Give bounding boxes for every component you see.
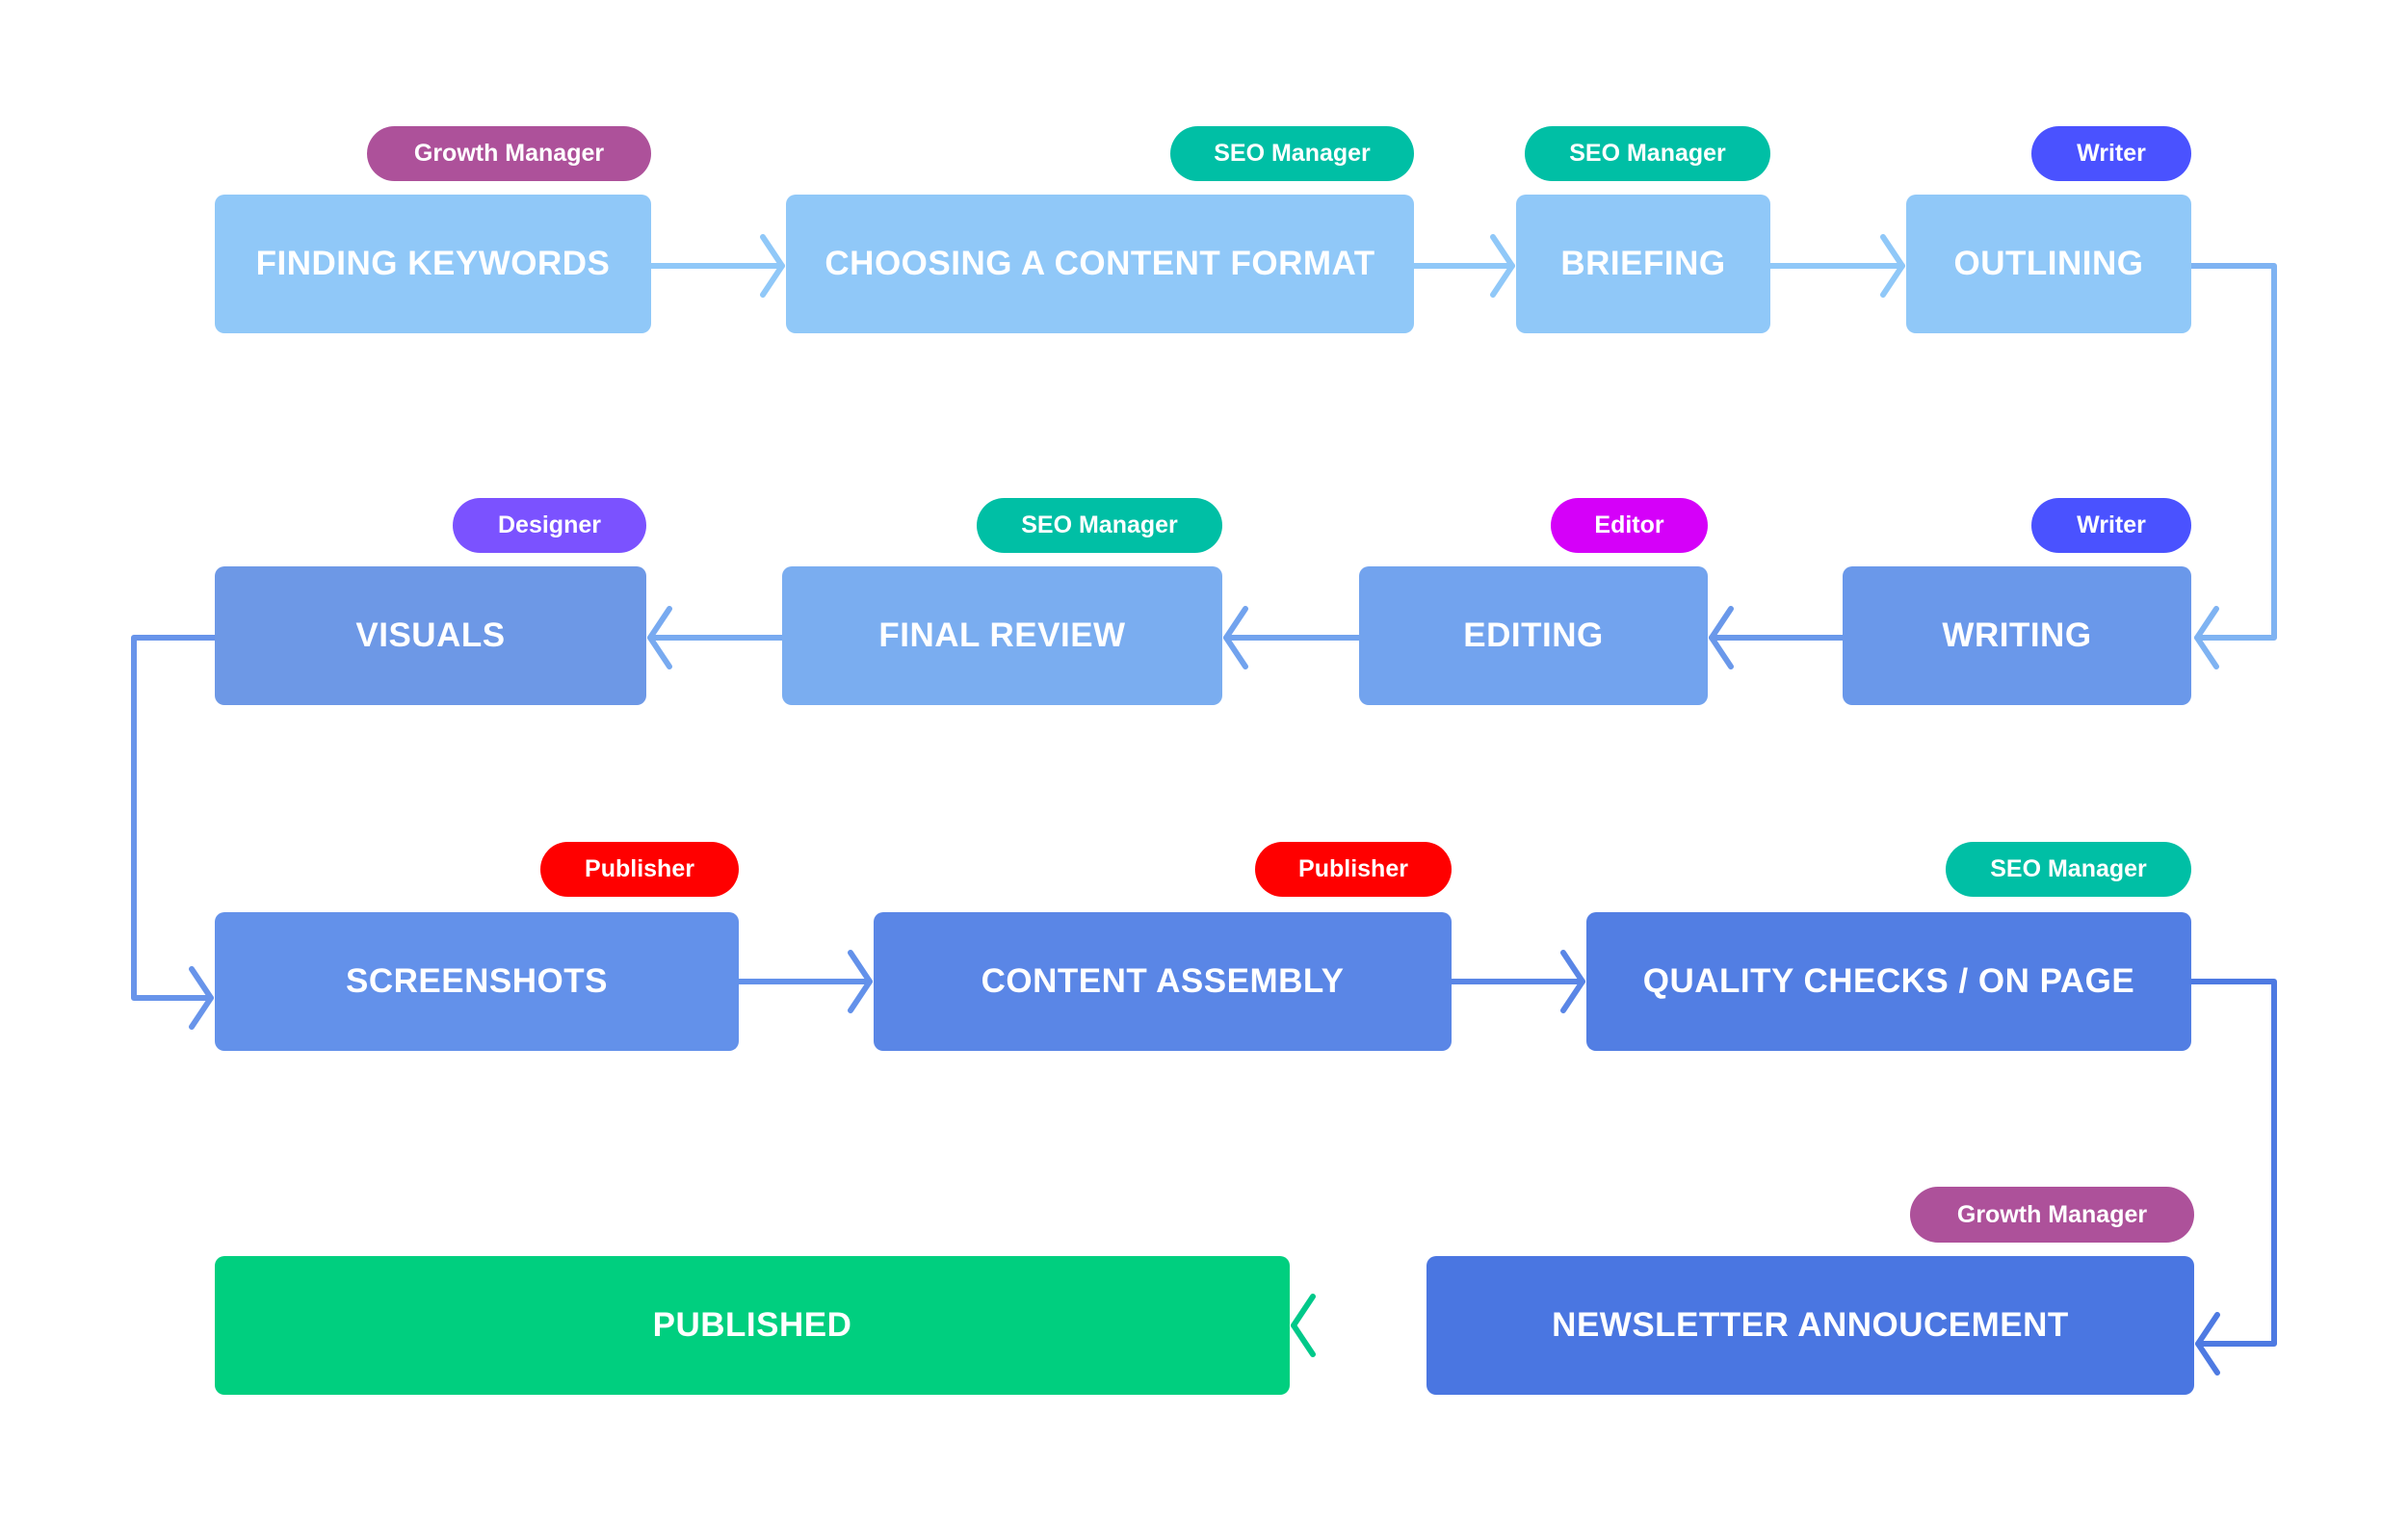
step-label: EDITING	[1463, 616, 1604, 654]
arrow-final-review-to-visuals	[647, 606, 785, 669]
arrow-briefing-to-outlining	[1767, 234, 1905, 298]
role-badge-writer: Writer	[2031, 498, 2191, 553]
step-newsletter-announcement[interactable]: NEWSLETTER ANNOUCEMENT	[1426, 1256, 2194, 1395]
role-badge-growth-manager: Growth Manager	[367, 126, 651, 181]
step-published[interactable]: PUBLISHED	[215, 1256, 1290, 1395]
role-badge-designer: Designer	[453, 498, 646, 553]
step-content-assembly[interactable]: CONTENT ASSEMBLY	[874, 912, 1452, 1051]
role-badge-publisher: Publisher	[540, 842, 739, 897]
step-label: SCREENSHOTS	[346, 962, 608, 1000]
arrow-choosing-to-briefing	[1411, 234, 1515, 298]
role-badge-seo-manager: SEO Manager	[1525, 126, 1770, 181]
step-label: NEWSLETTER ANNOUCEMENT	[1552, 1306, 2069, 1344]
step-label: WRITING	[1942, 616, 2092, 654]
step-label: FINDING KEYWORDS	[255, 245, 611, 282]
role-badge-growth-manager: Growth Manager	[1910, 1187, 2194, 1243]
arrow-editing-to-final-review	[1223, 606, 1362, 669]
step-label: QUALITY CHECKS / ON PAGE	[1642, 962, 2135, 1000]
arrow-quality-checks-to-newsletter	[2188, 979, 2277, 1376]
arrow-content-assembly-to-quality-checks	[1449, 950, 1585, 1013]
arrow-screenshots-to-content-assembly	[736, 950, 873, 1013]
role-badge-seo-manager: SEO Manager	[1170, 126, 1414, 181]
arrow-outlining-to-writing	[2188, 263, 2277, 669]
role-badge-seo-manager: SEO Manager	[1946, 842, 2191, 897]
step-label: FINAL REVIEW	[878, 616, 1126, 654]
step-label: PUBLISHED	[652, 1306, 852, 1344]
step-label: BRIEFING	[1560, 245, 1726, 282]
step-quality-checks[interactable]: QUALITY CHECKS / ON PAGE	[1586, 912, 2191, 1051]
step-label: OUTLINING	[1953, 245, 2144, 282]
role-badge-publisher: Publisher	[1255, 842, 1452, 897]
arrow-writing-to-editing	[1709, 606, 1845, 669]
step-label: CHOOSING A CONTENT FORMAT	[824, 245, 1375, 282]
role-badge-writer: Writer	[2031, 126, 2191, 181]
step-finding-keywords[interactable]: FINDING KEYWORDS	[215, 195, 651, 333]
step-briefing[interactable]: BRIEFING	[1516, 195, 1770, 333]
role-badge-seo-manager: SEO Manager	[977, 498, 1222, 553]
step-final-review[interactable]: FINAL REVIEW	[782, 566, 1222, 705]
step-editing[interactable]: EDITING	[1359, 566, 1708, 705]
role-badge-editor: Editor	[1551, 498, 1708, 553]
step-choosing-content-format[interactable]: CHOOSING A CONTENT FORMAT	[786, 195, 1414, 333]
step-screenshots[interactable]: SCREENSHOTS	[215, 912, 739, 1051]
step-visuals[interactable]: VISUALS	[215, 566, 646, 705]
arrow-finding-to-choosing	[648, 234, 785, 298]
arrow-newsletter-to-published	[1291, 1294, 1429, 1357]
step-label: VISUALS	[355, 616, 506, 654]
step-writing[interactable]: WRITING	[1843, 566, 2191, 705]
step-outlining[interactable]: OUTLINING	[1906, 195, 2191, 333]
arrow-visuals-to-screenshots	[131, 635, 218, 1030]
step-label: CONTENT ASSEMBLY	[981, 962, 1345, 1000]
